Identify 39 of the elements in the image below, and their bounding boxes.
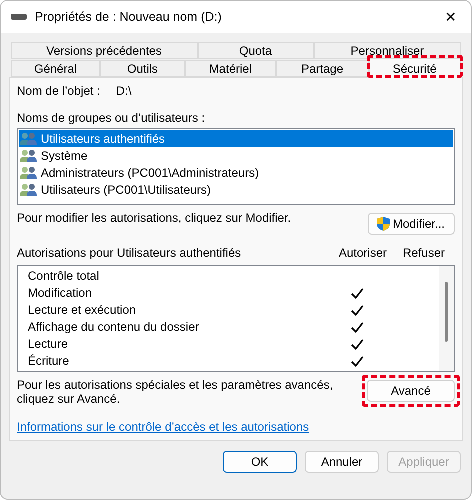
column-header: Autoriser xyxy=(338,246,388,260)
users-icon xyxy=(19,166,39,180)
group-item[interactable]: Système xyxy=(19,147,453,164)
users-icon xyxy=(19,182,39,196)
tab[interactable]: Sécurité xyxy=(368,58,461,78)
permission-name: Lecture et exécution xyxy=(28,303,138,318)
close-button[interactable]: ✕ xyxy=(431,9,471,25)
tab[interactable]: Outils xyxy=(100,60,185,77)
groups-label: Noms de groupes ou d’utilisateurs : xyxy=(17,111,206,125)
dialog-button[interactable]: Annuler xyxy=(305,451,379,473)
permissions-title: Autorisations pour Utilisateurs authentifiés xyxy=(17,246,242,260)
modify-button[interactable]: Modifier... xyxy=(368,212,455,235)
users-icon xyxy=(19,148,39,162)
modify-hint: Pour modifier les autorisations, cliquez sur Modifier. xyxy=(17,210,292,225)
window-title: Propriétés de : Nouveau nom (D:) xyxy=(35,10,223,24)
tab[interactable]: Versions précédentes xyxy=(11,42,198,59)
info-link[interactable]: Informations sur le contrôle d’accès et les autorisations xyxy=(17,420,310,434)
permission-name: Modification xyxy=(28,286,94,300)
tab[interactable]: Quota xyxy=(198,42,314,59)
drive-icon xyxy=(11,14,27,20)
scrollbar-thumb[interactable] xyxy=(445,282,448,342)
tab[interactable]: Partage xyxy=(276,60,369,77)
object-label: Nom de l’objet : xyxy=(17,84,100,98)
permission-name: Affichage du contenu du dossier xyxy=(28,320,200,334)
users-icon xyxy=(19,132,39,146)
tab[interactable]: Général xyxy=(11,60,100,77)
advanced-hint: Pour les autorisations spéciales et les paramètres avancés, cliquez sur Avancé. xyxy=(17,378,334,406)
column-header: Refuser xyxy=(402,246,446,260)
permission-name: Écriture xyxy=(28,354,70,368)
dialog-button[interactable]: OK xyxy=(223,451,297,473)
group-item[interactable]: Administrateurs (PC001\Administrateurs) xyxy=(19,164,453,181)
permission-name: Lecture xyxy=(28,337,70,352)
advanced-button[interactable]: Avancé xyxy=(367,380,455,402)
shield-icon xyxy=(377,216,390,231)
group-item[interactable]: Utilisateurs (PC001\Utilisateurs) xyxy=(19,181,453,198)
object-value: D:\ xyxy=(116,84,132,98)
tab[interactable]: Matériel xyxy=(184,60,276,77)
group-item[interactable]: Utilisateurs authentifiés xyxy=(19,130,453,147)
permission-name: Contrôle total xyxy=(28,269,100,284)
